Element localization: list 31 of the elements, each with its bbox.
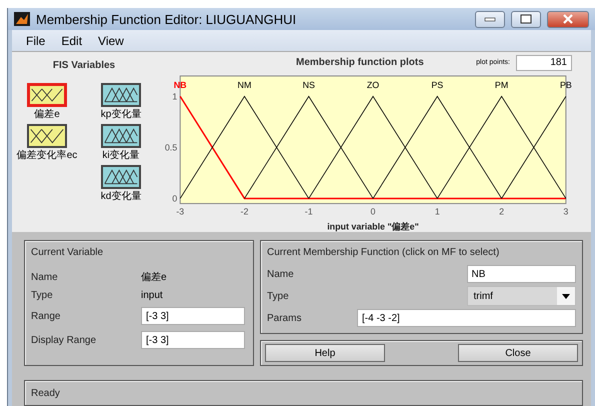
field-label: Type (31, 290, 54, 301)
y-tick-label: 0 (172, 193, 178, 204)
x-tick-label: -3 (176, 206, 184, 216)
variable-label: kd变化量 (100, 190, 142, 203)
panel-title: Current Membership Function (click on MF to select) (267, 247, 500, 258)
field-label: Name (31, 272, 59, 282)
panel-title: Current Variable (31, 247, 104, 258)
x-tick-label: 1 (434, 206, 440, 216)
field-value: 偏差e (141, 271, 168, 284)
variable-label: kp变化量 (100, 108, 142, 121)
variable-label: ki变化量 (102, 148, 140, 162)
x-tick-label: 0 (370, 206, 376, 216)
x-tick-label: -1 (304, 206, 313, 216)
status-text: Ready (31, 388, 60, 399)
field-value: input (141, 290, 164, 301)
field-label: Name (267, 268, 295, 280)
y-tick-label: 1 (172, 91, 178, 102)
y-tick-label: 0.5 (164, 142, 178, 152)
field-label: Display Range (31, 334, 98, 346)
x-tick-label: 2 (499, 206, 504, 216)
window-title: Membership Function Editor: LIUGUANGHUI (36, 12, 298, 27)
x-tick-label: 3 (563, 206, 568, 216)
field-label: Type (267, 290, 290, 302)
x-axis-label: input variable "偏差e" (327, 221, 419, 232)
x-tick-label: -2 (240, 206, 248, 216)
field-label: Params (267, 312, 302, 324)
variable-label: 偏差变化率ec (16, 148, 78, 162)
variable-label: 偏差e (34, 108, 60, 121)
plot-title: Membership function plots (296, 57, 424, 68)
field-label: Range (31, 310, 62, 322)
panel-title: FIS Variables (52, 60, 116, 71)
